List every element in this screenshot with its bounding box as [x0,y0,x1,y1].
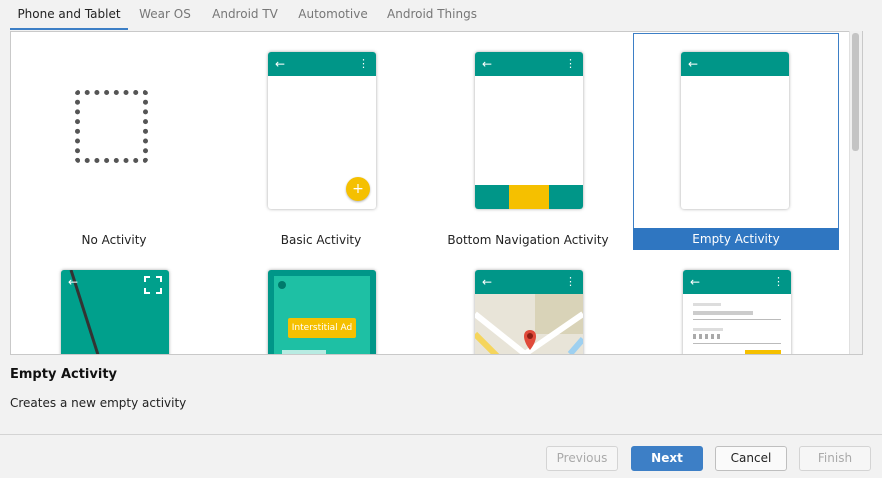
template-label: Bottom Navigation Activity [447,233,609,247]
app-bar: ← ⋮ [268,52,376,76]
template-login-activity[interactable]: ← ⋮ [633,262,839,354]
bottom-nav-item [475,185,509,209]
app-bar: ← ⋮ [475,52,583,76]
overflow-menu-icon: ⋮ [358,57,369,70]
app-bar: ← ⋮ [475,270,583,294]
template-empty-activity[interactable]: ← Empty Activity [633,33,839,251]
back-arrow-icon: ← [68,275,79,289]
back-arrow-icon: ← [688,57,699,71]
template-description-text: Creates a new empty activity [10,396,187,410]
placeholder-line [282,350,326,354]
empty-activity-preview-icon: ← [681,52,789,209]
template-gallery: No Activity ← ⋮ + Basic Activity ← ⋮ Bot… [10,31,863,355]
finish-button[interactable]: Finish [799,446,871,471]
input-underline [693,319,781,320]
fullscreen-icon [144,276,162,294]
scrollbar-thumb[interactable] [852,33,859,151]
app-bar: ← ⋮ [683,270,791,294]
interstitial-ad-preview-icon: Interstitial Ad [268,270,376,354]
template-bottom-navigation-activity[interactable]: ← ⋮ Bottom Navigation Activity [425,32,631,252]
tab-wear-os[interactable]: Wear OS [134,0,196,28]
template-interstitial-ad[interactable]: Interstitial Ad [218,262,424,354]
app-bar: ← [681,52,789,76]
back-arrow-icon: ← [275,57,286,71]
login-button [745,350,781,354]
tab-phone-and-tablet[interactable]: Phone and Tablet [10,0,128,30]
map-icon [475,294,583,354]
ad-overlay [274,276,370,354]
overflow-menu-icon: ⋮ [565,275,576,288]
password-dots [693,334,723,339]
template-maps-activity[interactable]: ← ⋮ [425,262,631,354]
gallery-scrollbar[interactable] [849,31,862,354]
template-no-activity[interactable]: No Activity [11,32,217,252]
fullscreen-activity-preview-icon: ← [61,270,169,354]
template-description-title: Empty Activity [10,367,118,382]
tab-android-tv[interactable]: Android TV [206,0,284,28]
input-underline [693,343,781,344]
interstitial-ad-badge: Interstitial Ad [288,318,356,338]
bottom-nav-item [549,185,583,209]
dot-icon [278,281,286,289]
previous-button[interactable]: Previous [546,446,618,471]
overflow-menu-icon: ⋮ [773,275,784,288]
dotted-square-icon [75,90,148,163]
template-label: Basic Activity [280,233,362,247]
tab-android-things[interactable]: Android Things [384,0,480,28]
basic-activity-preview-icon: ← ⋮ + [268,52,376,209]
tab-automotive[interactable]: Automotive [294,0,372,28]
fab-plus-icon: + [346,177,370,201]
maps-activity-preview-icon: ← ⋮ [475,270,583,354]
cancel-button[interactable]: Cancel [715,446,787,471]
template-basic-activity[interactable]: ← ⋮ + Basic Activity [218,32,424,252]
back-arrow-icon: ← [482,57,493,71]
placeholder-line [693,328,723,331]
template-label: Empty Activity [633,228,839,250]
placeholder-line [693,311,753,315]
back-arrow-icon: ← [690,275,701,289]
device-tabs: Phone and Tablet Wear OS Android TV Auto… [0,0,882,30]
footer-divider [0,434,882,435]
overflow-menu-icon: ⋮ [565,57,576,70]
next-button[interactable]: Next [631,446,703,471]
bottom-nav-item-active [509,185,549,209]
template-fullscreen-activity[interactable]: ← [11,262,217,354]
template-label: No Activity [81,233,147,247]
login-activity-preview-icon: ← ⋮ [683,270,791,354]
back-arrow-icon: ← [482,275,493,289]
bottom-navigation-preview-icon: ← ⋮ [475,52,583,209]
placeholder-line [693,303,721,306]
